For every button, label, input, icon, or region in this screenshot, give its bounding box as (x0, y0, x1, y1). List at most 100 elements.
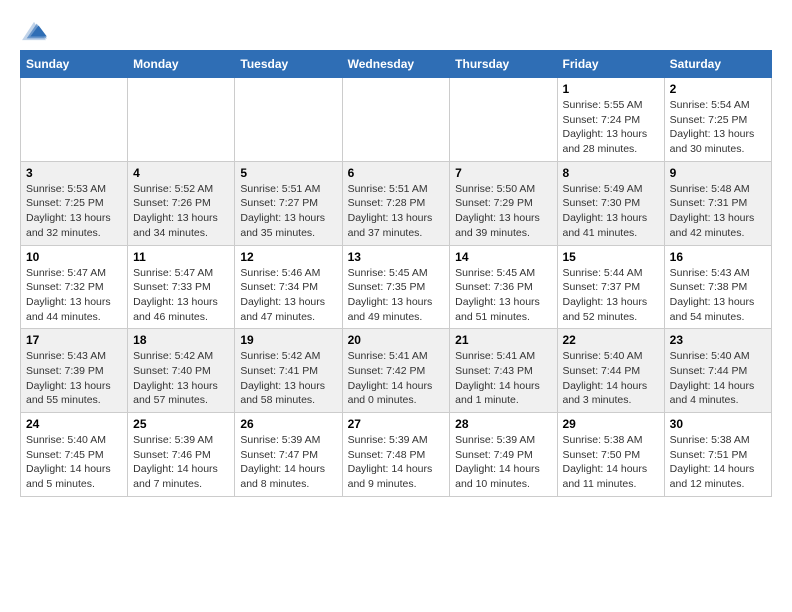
calendar-day-cell: 16 Sunrise: 5:43 AM Sunset: 7:38 PM Dayli… (664, 245, 771, 329)
calendar-day-cell: 28 Sunrise: 5:39 AM Sunset: 7:49 PM Dayli… (450, 413, 557, 497)
calendar-day-cell: 20Sunrise: 5:41 AM Sunset: 7:42 PM Dayli… (342, 329, 450, 413)
day-info: Sunrise: 5:54 AM Sunset: 7:25 PM Dayligh… (670, 98, 766, 157)
day-info: Sunrise: 5:50 AM Sunset: 7:29 PM Dayligh… (455, 182, 551, 241)
day-info: Sunrise: 5:45 AM Sunset: 7:36 PM Dayligh… (455, 266, 551, 325)
day-info: Sunrise: 5:53 AM Sunset: 7:25 PM Dayligh… (26, 182, 122, 241)
day-number: 25 (133, 417, 229, 431)
day-number: 6 (348, 166, 445, 180)
day-info: Sunrise: 5:39 AM Sunset: 7:49 PM Dayligh… (455, 433, 551, 492)
day-info: Sunrise: 5:47 AM Sunset: 7:32 PM Dayligh… (26, 266, 122, 325)
day-info: Sunrise: 5:42 AM Sunset: 7:40 PM Dayligh… (133, 349, 229, 408)
day-number: 5 (240, 166, 336, 180)
weekday-header-cell: Thursday (450, 51, 557, 78)
calendar-day-cell: 17 Sunrise: 5:43 AM Sunset: 7:39 PM Dayli… (21, 329, 128, 413)
calendar-day-cell (235, 78, 342, 162)
calendar-day-cell: 3 Sunrise: 5:53 AM Sunset: 7:25 PM Daylig… (21, 161, 128, 245)
calendar-day-cell: 12 Sunrise: 5:46 AM Sunset: 7:34 PM Dayli… (235, 245, 342, 329)
logo-icon (20, 20, 48, 42)
day-number: 11 (133, 250, 229, 264)
day-number: 16 (670, 250, 766, 264)
calendar-week-row: 3 Sunrise: 5:53 AM Sunset: 7:25 PM Daylig… (21, 161, 772, 245)
calendar-day-cell: 27Sunrise: 5:39 AM Sunset: 7:48 PM Dayli… (342, 413, 450, 497)
day-number: 19 (240, 333, 336, 347)
calendar-day-cell: 6 Sunrise: 5:51 AM Sunset: 7:28 PM Daylig… (342, 161, 450, 245)
calendar-day-cell: 10 Sunrise: 5:47 AM Sunset: 7:32 PM Dayli… (21, 245, 128, 329)
weekday-header-cell: Monday (128, 51, 235, 78)
header (20, 20, 772, 42)
day-number: 8 (563, 166, 659, 180)
day-number: 10 (26, 250, 122, 264)
calendar-day-cell: 4 Sunrise: 5:52 AM Sunset: 7:26 PM Daylig… (128, 161, 235, 245)
day-number: 21 (455, 333, 551, 347)
day-info: Sunrise: 5:40 AM Sunset: 7:44 PM Dayligh… (563, 349, 659, 408)
day-number: 12 (240, 250, 336, 264)
calendar-day-cell: 7Sunrise: 5:50 AM Sunset: 7:29 PM Daylig… (450, 161, 557, 245)
calendar-week-row: 17 Sunrise: 5:43 AM Sunset: 7:39 PM Dayli… (21, 329, 772, 413)
day-info: Sunrise: 5:52 AM Sunset: 7:26 PM Dayligh… (133, 182, 229, 241)
calendar-day-cell (21, 78, 128, 162)
day-info: Sunrise: 5:45 AM Sunset: 7:35 PM Dayligh… (348, 266, 445, 325)
day-info: Sunrise: 5:49 AM Sunset: 7:30 PM Dayligh… (563, 182, 659, 241)
calendar-week-row: 10 Sunrise: 5:47 AM Sunset: 7:32 PM Dayli… (21, 245, 772, 329)
calendar-day-cell: 19 Sunrise: 5:42 AM Sunset: 7:41 PM Dayli… (235, 329, 342, 413)
weekday-header-cell: Friday (557, 51, 664, 78)
day-number: 27 (348, 417, 445, 431)
day-number: 14 (455, 250, 551, 264)
day-info: Sunrise: 5:51 AM Sunset: 7:28 PM Dayligh… (348, 182, 445, 241)
day-number: 18 (133, 333, 229, 347)
day-info: Sunrise: 5:55 AM Sunset: 7:24 PM Dayligh… (563, 98, 659, 157)
day-info: Sunrise: 5:40 AM Sunset: 7:44 PM Dayligh… (670, 349, 766, 408)
weekday-header-cell: Saturday (664, 51, 771, 78)
calendar-day-cell: 30 Sunrise: 5:38 AM Sunset: 7:51 PM Dayli… (664, 413, 771, 497)
calendar-day-cell: 24 Sunrise: 5:40 AM Sunset: 7:45 PM Dayli… (21, 413, 128, 497)
day-number: 26 (240, 417, 336, 431)
calendar-day-cell: 21 Sunrise: 5:41 AM Sunset: 7:43 PM Dayli… (450, 329, 557, 413)
day-number: 30 (670, 417, 766, 431)
day-info: Sunrise: 5:39 AM Sunset: 7:46 PM Dayligh… (133, 433, 229, 492)
day-info: Sunrise: 5:43 AM Sunset: 7:38 PM Dayligh… (670, 266, 766, 325)
day-info: Sunrise: 5:47 AM Sunset: 7:33 PM Dayligh… (133, 266, 229, 325)
day-info: Sunrise: 5:46 AM Sunset: 7:34 PM Dayligh… (240, 266, 336, 325)
day-info: Sunrise: 5:51 AM Sunset: 7:27 PM Dayligh… (240, 182, 336, 241)
calendar-day-cell: 26 Sunrise: 5:39 AM Sunset: 7:47 PM Dayli… (235, 413, 342, 497)
calendar-week-row: 24 Sunrise: 5:40 AM Sunset: 7:45 PM Dayli… (21, 413, 772, 497)
day-info: Sunrise: 5:42 AM Sunset: 7:41 PM Dayligh… (240, 349, 336, 408)
weekday-header-cell: Tuesday (235, 51, 342, 78)
weekday-header-cell: Sunday (21, 51, 128, 78)
day-info: Sunrise: 5:44 AM Sunset: 7:37 PM Dayligh… (563, 266, 659, 325)
calendar-day-cell: 2 Sunrise: 5:54 AM Sunset: 7:25 PM Daylig… (664, 78, 771, 162)
logo (20, 20, 52, 42)
calendar-day-cell: 11 Sunrise: 5:47 AM Sunset: 7:33 PM Dayli… (128, 245, 235, 329)
calendar-day-cell: 13 Sunrise: 5:45 AM Sunset: 7:35 PM Dayli… (342, 245, 450, 329)
day-info: Sunrise: 5:41 AM Sunset: 7:43 PM Dayligh… (455, 349, 551, 408)
day-info: Sunrise: 5:40 AM Sunset: 7:45 PM Dayligh… (26, 433, 122, 492)
day-number: 17 (26, 333, 122, 347)
day-number: 24 (26, 417, 122, 431)
day-info: Sunrise: 5:38 AM Sunset: 7:51 PM Dayligh… (670, 433, 766, 492)
calendar-day-cell: 18 Sunrise: 5:42 AM Sunset: 7:40 PM Dayli… (128, 329, 235, 413)
calendar-table: SundayMondayTuesdayWednesdayThursdayFrid… (20, 50, 772, 497)
day-info: Sunrise: 5:43 AM Sunset: 7:39 PM Dayligh… (26, 349, 122, 408)
day-number: 29 (563, 417, 659, 431)
day-number: 20 (348, 333, 445, 347)
day-number: 3 (26, 166, 122, 180)
day-number: 13 (348, 250, 445, 264)
calendar-day-cell: 15 Sunrise: 5:44 AM Sunset: 7:37 PM Dayli… (557, 245, 664, 329)
day-number: 15 (563, 250, 659, 264)
day-number: 4 (133, 166, 229, 180)
calendar-week-row: 1 Sunrise: 5:55 AM Sunset: 7:24 PM Daylig… (21, 78, 772, 162)
day-info: Sunrise: 5:39 AM Sunset: 7:47 PM Dayligh… (240, 433, 336, 492)
day-number: 28 (455, 417, 551, 431)
day-number: 22 (563, 333, 659, 347)
calendar-day-cell: 5 Sunrise: 5:51 AM Sunset: 7:27 PM Daylig… (235, 161, 342, 245)
day-number: 1 (563, 82, 659, 96)
day-number: 23 (670, 333, 766, 347)
calendar-day-cell (450, 78, 557, 162)
calendar-day-cell: 9Sunrise: 5:48 AM Sunset: 7:31 PM Daylig… (664, 161, 771, 245)
day-number: 2 (670, 82, 766, 96)
weekday-header-cell: Wednesday (342, 51, 450, 78)
weekday-header-row: SundayMondayTuesdayWednesdayThursdayFrid… (21, 51, 772, 78)
calendar-day-cell: 29Sunrise: 5:38 AM Sunset: 7:50 PM Dayli… (557, 413, 664, 497)
calendar-day-cell: 22 Sunrise: 5:40 AM Sunset: 7:44 PM Dayli… (557, 329, 664, 413)
calendar-day-cell (128, 78, 235, 162)
